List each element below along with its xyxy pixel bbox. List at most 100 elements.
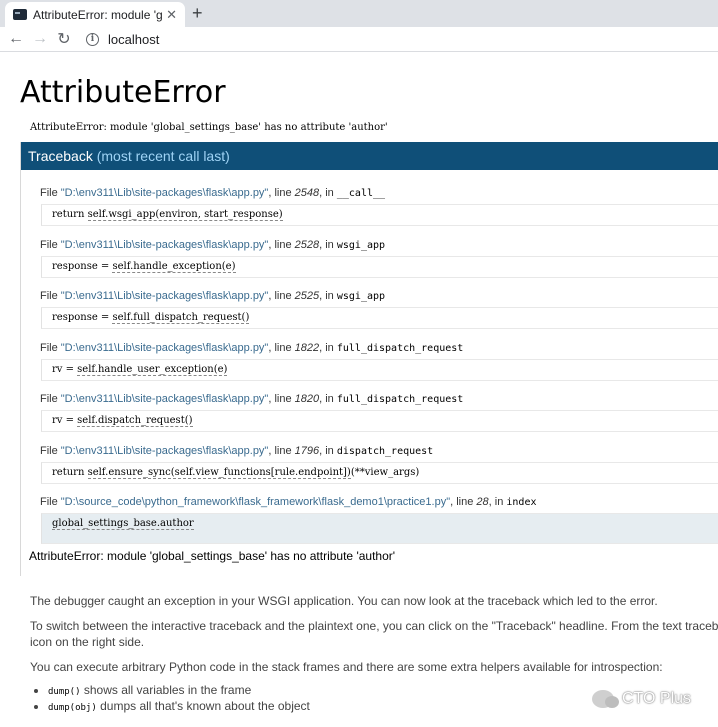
frame-source-code[interactable]: rv = self.handle_user_exception(e) [41, 359, 718, 381]
code-prefix: rv = [52, 364, 78, 375]
frame-in-label: , in [319, 290, 337, 302]
frame-line-label: , line [268, 187, 295, 199]
traceback-frame[interactable]: File "D:\env311\Lib\site-packages\flask\… [21, 341, 718, 381]
frame-in-label: , in [319, 342, 337, 354]
code-prefix: response = [52, 312, 113, 323]
frame-line-number: 2525 [294, 290, 320, 302]
traceback-title[interactable]: Traceback [28, 148, 93, 164]
info-icon[interactable]: i [86, 32, 99, 46]
frame-location: File "D:\env311\Lib\site-packages\flask\… [21, 289, 718, 304]
code-suffix: (**view_args) [350, 467, 420, 478]
frame-location: File "D:\env311\Lib\site-packages\flask\… [21, 341, 718, 356]
frame-filename: "D:\env311\Lib\site-packages\flask\app.p… [60, 187, 269, 199]
frame-source-code[interactable]: response = self.full_dispatch_request() [41, 307, 718, 329]
code-prefix: return [52, 467, 88, 478]
back-button[interactable]: ← [4, 28, 28, 50]
frame-line-number: 1822 [294, 342, 320, 354]
frame-in-label: , in [319, 445, 337, 457]
frame-location: File "D:\env311\Lib\site-packages\flask\… [21, 186, 718, 201]
frame-prefix: File [40, 445, 61, 457]
code-call: self.full_dispatch_request() [112, 312, 250, 324]
frame-location: File "D:\env311\Lib\site-packages\flask\… [21, 392, 718, 407]
explanation-paragraph-2: To switch between the interactive traceb… [30, 618, 718, 652]
frame-prefix: File [40, 393, 61, 405]
explanation-paragraph-3: You can execute arbitrary Python code in… [30, 660, 663, 674]
address-bar[interactable]: i localhost [86, 32, 159, 47]
traceback-frame[interactable]: File "D:\env311\Lib\site-packages\flask\… [21, 186, 718, 226]
debugger-page: AttributeError AttributeError: module 'g… [20, 52, 718, 713]
frame-filename: "D:\env311\Lib\site-packages\flask\app.p… [60, 445, 269, 457]
code-call: self.handle_exception(e) [112, 261, 236, 273]
helper-text: dumps all that's known about the object [96, 699, 310, 713]
code-call: self.handle_user_exception(e) [77, 364, 228, 376]
frame-in-label: , in [319, 393, 337, 405]
frame-function: full_dispatch_request [336, 343, 464, 354]
wechat-icon [592, 690, 619, 708]
traceback-panel: Traceback (most recent call last) File "… [20, 142, 718, 576]
traceback-frame[interactable]: File "D:\env311\Lib\site-packages\flask\… [21, 238, 718, 278]
traceback-frame[interactable]: File "D:\env311\Lib\site-packages\flask\… [21, 289, 718, 329]
helper-text: shows all variables in the frame [80, 683, 252, 697]
traceback-subtitle: (most recent call last) [96, 148, 230, 164]
browser-tab-bar: AttributeError: module 'global_ ✕ + [0, 0, 718, 27]
frame-source-code[interactable]: response = self.handle_exception(e) [41, 256, 718, 278]
frame-in-label: , in [319, 239, 337, 251]
frame-line-label: , line [268, 239, 295, 251]
frame-location: File "D:\source_code\python_framework\fl… [21, 495, 718, 510]
frame-function: full_dispatch_request [336, 394, 464, 405]
frame-function: wsgi_app [336, 240, 386, 251]
frame-location: File "D:\env311\Lib\site-packages\flask\… [21, 238, 718, 253]
frame-source-code[interactable]: return self.wsgi_app(environ, start_resp… [41, 204, 718, 226]
forward-button[interactable]: → [28, 28, 52, 50]
traceback-header[interactable]: Traceback (most recent call last) [21, 142, 718, 170]
frame-line-label: , line [268, 342, 295, 354]
explanation-paragraph-1: The debugger caught an exception in your… [30, 594, 658, 608]
error-message: AttributeError: module 'global_settings_… [30, 122, 388, 133]
frame-line-number: 1796 [294, 445, 320, 457]
watermark-text: CTO Plus [622, 690, 692, 707]
frame-filename: "D:\env311\Lib\site-packages\flask\app.p… [60, 342, 269, 354]
frame-filename: "D:\env311\Lib\site-packages\flask\app.p… [60, 239, 269, 251]
frame-function: dispatch_request [336, 446, 434, 457]
reload-button[interactable]: ↻ [52, 28, 76, 50]
browser-tab[interactable]: AttributeError: module 'global_ ✕ [5, 2, 185, 27]
page-title: AttributeError [20, 75, 226, 110]
frame-line-number: 2548 [294, 187, 320, 199]
new-tab-button[interactable]: + [192, 3, 203, 23]
traceback-frame[interactable]: File "D:\env311\Lib\site-packages\flask\… [21, 444, 718, 484]
frame-function: __call__ [336, 188, 386, 199]
code-call: self.dispatch_request() [77, 415, 193, 427]
frame-line-label: , line [268, 445, 295, 457]
frame-line-label: , line [450, 496, 477, 508]
close-icon[interactable]: ✕ [166, 8, 177, 21]
frame-line-number: 28 [476, 496, 489, 508]
frame-in-label: , in [488, 496, 507, 508]
frame-location: File "D:\env311\Lib\site-packages\flask\… [21, 444, 718, 459]
address-text[interactable]: localhost [108, 32, 159, 47]
frame-line-label: , line [268, 290, 295, 302]
watermark: CTO Plus [592, 690, 691, 708]
browser-toolbar: ← → ↻ i localhost [0, 27, 718, 52]
frame-source-code[interactable]: global_settings_base.author [41, 513, 718, 544]
frame-in-label: , in [319, 187, 337, 199]
frame-filename: "D:\env311\Lib\site-packages\flask\app.p… [60, 393, 269, 405]
frame-function: wsgi_app [336, 291, 386, 302]
code-prefix: return [52, 209, 88, 220]
frame-line-label: , line [268, 393, 295, 405]
frame-filename: "D:\source_code\python_framework\flask_f… [60, 496, 451, 508]
frame-source-code[interactable]: return self.ensure_sync(self.view_functi… [41, 462, 718, 484]
exception-line: AttributeError: module 'global_settings_… [29, 549, 396, 563]
helper-code: dump() [48, 687, 81, 697]
frame-source-code[interactable]: rv = self.dispatch_request() [41, 410, 718, 432]
tab-title: AttributeError: module 'global_ [33, 7, 163, 22]
terminal-icon [13, 9, 27, 20]
frame-prefix: File [40, 187, 61, 199]
frame-prefix: File [40, 496, 61, 508]
frame-prefix: File [40, 239, 61, 251]
traceback-frame[interactable]: File "D:\env311\Lib\site-packages\flask\… [21, 392, 718, 432]
code-call: self.ensure_sync(self.view_functions[rul… [87, 467, 351, 479]
code-call: global_settings_base.author [52, 518, 194, 530]
traceback-frame[interactable]: File "D:\source_code\python_framework\fl… [21, 495, 718, 544]
frame-prefix: File [40, 290, 61, 302]
code-call: self.wsgi_app(environ, start_response) [87, 209, 283, 221]
